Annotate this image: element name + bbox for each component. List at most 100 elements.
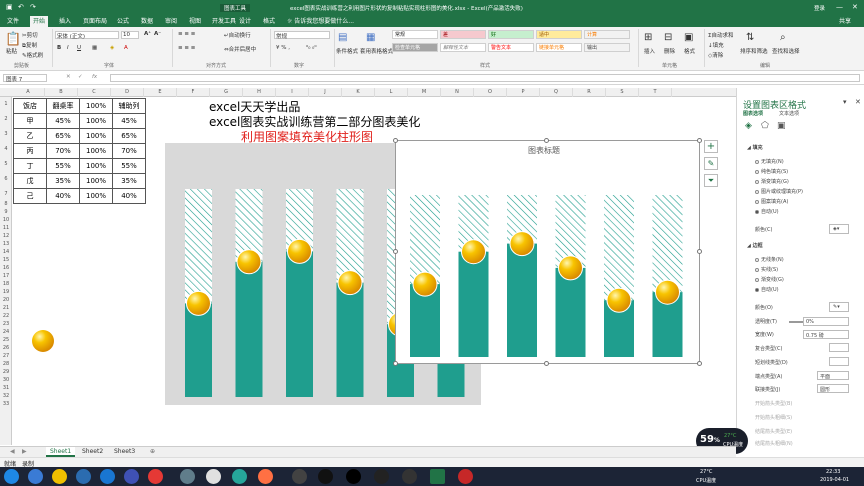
bar-ball-marker[interactable] xyxy=(236,249,262,275)
excel-icon[interactable] xyxy=(430,469,445,484)
currency-icon[interactable]: ¥ % , xyxy=(276,45,290,51)
column-header[interactable]: I xyxy=(276,88,309,97)
undo-icon[interactable]: ↶ xyxy=(18,3,24,11)
tab-file[interactable]: 文件 xyxy=(4,16,22,27)
table-cell[interactable]: 70% xyxy=(112,143,146,159)
style-bad[interactable]: 差 xyxy=(440,30,486,39)
sheet-tab-1[interactable]: Sheet1 xyxy=(46,447,76,457)
app-icon[interactable] xyxy=(232,469,247,484)
table-cell[interactable]: 戊 xyxy=(13,173,47,189)
row-header[interactable]: 10 xyxy=(0,217,12,223)
row-header[interactable]: 28 xyxy=(0,361,12,367)
table-cell[interactable]: 40% xyxy=(46,188,80,204)
tab-data[interactable]: 数据 xyxy=(138,16,156,27)
fill-option-solid[interactable]: 纯色填充(S) xyxy=(755,168,788,175)
column-header[interactable]: D xyxy=(111,88,144,97)
bar-ball-marker[interactable] xyxy=(287,238,312,264)
column-header[interactable]: E xyxy=(144,88,177,97)
record-icon[interactable] xyxy=(458,469,473,484)
row-header[interactable]: 26 xyxy=(0,345,12,351)
tab-review[interactable]: 审阅 xyxy=(162,16,180,27)
resize-handle[interactable] xyxy=(697,249,702,254)
row-header[interactable]: 22 xyxy=(0,313,12,319)
style-explanatory[interactable]: 解释性文本 xyxy=(440,43,486,52)
column-header[interactable]: N xyxy=(441,88,474,97)
ball-shape[interactable] xyxy=(31,329,55,353)
fill-option-pattern[interactable]: 图案填充(A) xyxy=(755,198,788,205)
column-header[interactable]: P xyxy=(507,88,540,97)
table-cell[interactable]: 100% xyxy=(79,128,113,144)
tab-formulas[interactable]: 公式 xyxy=(114,16,132,27)
table-cell[interactable]: 100% xyxy=(79,113,113,129)
table-cell[interactable]: 55% xyxy=(46,158,80,174)
table-cell[interactable]: 65% xyxy=(46,128,80,144)
app-icon[interactable] xyxy=(292,469,307,484)
add-sheet-icon[interactable]: ⊕ xyxy=(146,447,159,457)
border-color-picker[interactable]: ✎▾ xyxy=(829,302,849,312)
tab-text-options[interactable]: 文本选项 xyxy=(779,110,799,117)
fill-button[interactable]: ↓填充 xyxy=(708,41,724,49)
tab-format[interactable]: 格式 xyxy=(260,16,278,27)
bar-value[interactable] xyxy=(336,282,364,397)
chrome-icon[interactable] xyxy=(206,469,221,484)
table-header-cell[interactable]: 翻桌率 xyxy=(46,98,80,114)
column-header[interactable]: C xyxy=(78,88,111,97)
table-cell[interactable]: 100% xyxy=(79,173,113,189)
bar-ball-marker[interactable] xyxy=(558,255,583,281)
row-header[interactable]: 32 xyxy=(0,393,12,399)
resize-handle[interactable] xyxy=(697,138,702,143)
underline-icon[interactable]: U xyxy=(77,45,81,51)
table-cell[interactable]: 100% xyxy=(79,158,113,174)
redo-icon[interactable]: ↷ xyxy=(30,3,36,11)
resize-handle[interactable] xyxy=(393,249,398,254)
row-header[interactable]: 18 xyxy=(0,281,12,287)
row-header[interactable]: 8 xyxy=(0,201,12,207)
sheet-tab-3[interactable]: Sheet3 xyxy=(110,447,139,457)
app-icon[interactable] xyxy=(124,469,139,484)
size-icon[interactable]: ▣ xyxy=(777,121,786,131)
table-cell[interactable]: 丁 xyxy=(13,158,47,174)
chart-elements-button[interactable]: + xyxy=(704,140,718,153)
resize-handle[interactable] xyxy=(393,138,398,143)
table-cell[interactable]: 45% xyxy=(46,113,80,129)
transparency-slider[interactable] xyxy=(789,321,803,323)
bar-value[interactable] xyxy=(555,267,586,357)
border-option-none[interactable]: 无线条(N) xyxy=(755,256,784,263)
font-name-select[interactable]: 宋体 (正文) xyxy=(55,31,119,40)
row-header[interactable]: 5 xyxy=(0,161,12,167)
row-header[interactable]: 17 xyxy=(0,273,12,279)
grow-font-icon[interactable]: A⁺ xyxy=(144,31,151,37)
border-option-solid[interactable]: 实线(S) xyxy=(755,266,778,273)
row-header[interactable]: 24 xyxy=(0,329,12,335)
resize-handle[interactable] xyxy=(544,361,549,366)
row-header[interactable]: 4 xyxy=(0,146,12,152)
tab-page-layout[interactable]: 页面布局 xyxy=(80,16,110,27)
fill-option-picture[interactable]: 图片或纹理填充(P) xyxy=(755,188,803,195)
style-warning[interactable]: 警告文本 xyxy=(488,43,534,52)
resize-handle[interactable] xyxy=(393,361,398,366)
bar-value[interactable] xyxy=(507,243,537,357)
row-header[interactable]: 19 xyxy=(0,289,12,295)
insert-cells-icon[interactable]: ⊞ xyxy=(644,32,652,43)
clear-button[interactable]: ◇清除 xyxy=(708,51,723,59)
wrap-text-button[interactable]: ↵自动换行 xyxy=(224,31,251,39)
bar-value[interactable] xyxy=(235,261,263,397)
border-option-auto[interactable]: 自动(U) xyxy=(755,286,779,293)
row-header[interactable]: 25 xyxy=(0,337,12,343)
style-output[interactable]: 输出 xyxy=(584,43,630,52)
style-normal[interactable]: 常规 xyxy=(392,30,438,39)
row-header[interactable]: 11 xyxy=(0,225,12,231)
app-icon[interactable] xyxy=(148,469,163,484)
decimal-icon[interactable]: ⁰₀ ₀⁰ xyxy=(306,45,317,51)
row-header[interactable]: 31 xyxy=(0,385,12,391)
table-cell[interactable]: 55% xyxy=(112,158,146,174)
column-header[interactable]: H xyxy=(243,88,276,97)
join-type-select[interactable]: 圆形 xyxy=(817,384,849,393)
number-format-select[interactable]: 常规 xyxy=(274,31,330,40)
column-header[interactable]: M xyxy=(408,88,441,97)
media-icon[interactable] xyxy=(76,469,91,484)
column-header[interactable]: O xyxy=(474,88,507,97)
border-section-header[interactable]: ◢ 边框 xyxy=(747,242,763,249)
row-header[interactable]: 15 xyxy=(0,257,12,263)
cap-type-select[interactable]: 平面 xyxy=(817,371,849,380)
